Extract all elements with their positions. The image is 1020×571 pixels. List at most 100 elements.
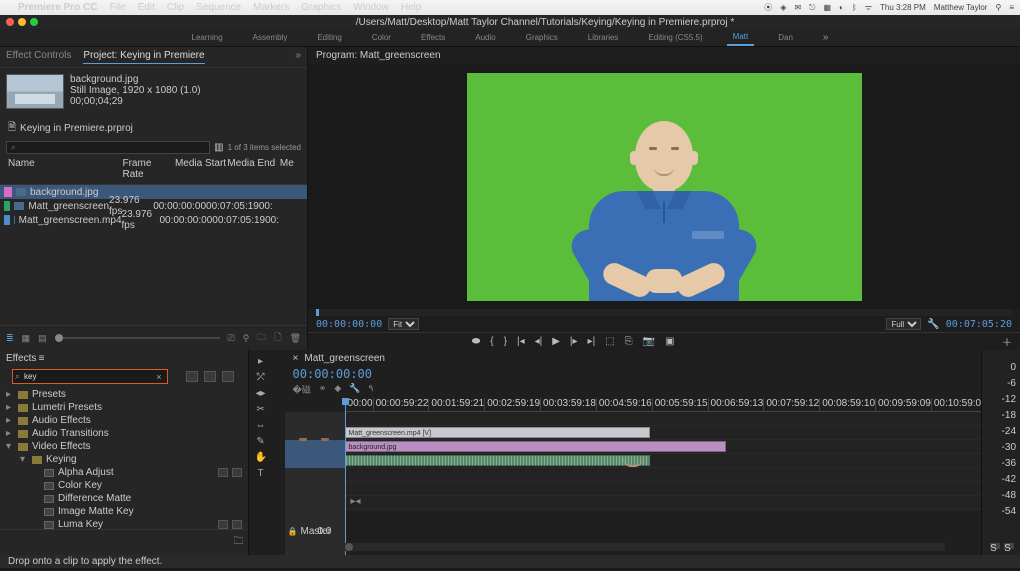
track-select-icon[interactable]: ⤱ <box>255 372 267 384</box>
timeline-timecode[interactable]: 00:00:00:00 <box>249 367 982 381</box>
playhead[interactable] <box>345 398 346 555</box>
ws-matt[interactable]: Matt <box>727 29 755 46</box>
tree-item[interactable]: Image Matte Key <box>4 505 244 518</box>
clip-thumbnail[interactable] <box>6 74 64 109</box>
time-ruler[interactable]: 00:0000:00:59:2200:01:59:2100:02:59:1900… <box>345 398 982 412</box>
solo-button[interactable]: S <box>1004 543 1014 549</box>
menubar-icon[interactable]: ✉ <box>794 3 801 12</box>
wrench-icon[interactable]: ٩ <box>368 383 373 396</box>
quality-select[interactable]: Full <box>886 318 921 330</box>
bin-icon[interactable]: ▥ <box>214 142 223 153</box>
solo-button[interactable]: S <box>990 543 1000 549</box>
panel-menu-icon[interactable]: » <box>295 50 301 64</box>
bin-header[interactable]: NameFrame RateMedia StartMedia EndMe <box>0 154 307 185</box>
button-editor-icon[interactable]: ＋ <box>1002 334 1012 349</box>
fx-badge-icon[interactable] <box>186 371 198 382</box>
menubar-icon[interactable]: ◈ <box>780 3 786 12</box>
export-frame-icon[interactable]: 📷 <box>643 336 655 347</box>
menu-file[interactable]: File <box>109 2 125 13</box>
marker-icon[interactable]: ⬬ <box>472 336 481 347</box>
tree-item[interactable]: ▸Presets <box>4 388 244 401</box>
close-icon[interactable] <box>6 18 14 26</box>
ws-learning[interactable]: Learning <box>186 30 229 45</box>
new-item-icon[interactable]: 🗋 <box>274 330 281 346</box>
tree-item[interactable]: ▸Audio Transitions <box>4 427 244 440</box>
link-icon[interactable]: ⚭ <box>319 383 327 396</box>
find-icon[interactable]: ⚲ <box>243 333 250 344</box>
wifi-icon[interactable]: ᯤ <box>865 2 872 13</box>
snap-icon[interactable]: �磁 <box>293 383 311 396</box>
play-icon[interactable]: ▶ <box>552 336 560 347</box>
menu-window[interactable]: Window <box>353 2 389 13</box>
app-name[interactable]: Premiere Pro CC <box>18 2 97 13</box>
settings-icon[interactable]: 🔧 <box>349 383 360 396</box>
settings-icon[interactable]: 🔧 <box>927 319 939 330</box>
marker-icon[interactable]: ◆ <box>334 383 341 396</box>
ws-assembly[interactable]: Assembly <box>247 30 294 45</box>
bin-row[interactable]: Matt_greenscreen.mp4 23.976 fps00:00:00:… <box>0 213 307 227</box>
new-bin-icon[interactable]: 🗀 <box>257 330 266 346</box>
menu-clip[interactable]: Clip <box>167 2 184 13</box>
timeline-scrollbar[interactable] <box>345 543 946 551</box>
tree-item[interactable]: ▾Video Effects <box>4 440 244 453</box>
zoom-icon[interactable] <box>30 18 38 26</box>
zoom-slider[interactable] <box>55 337 220 339</box>
menu-edit[interactable]: Edit <box>138 2 155 13</box>
tree-item[interactable]: Alpha Adjust <box>4 466 244 479</box>
ws-effects[interactable]: Effects <box>415 30 451 45</box>
program-timecode[interactable]: 00:00:00:00 <box>316 319 382 330</box>
menubar-icon[interactable]: ◐ <box>839 3 844 12</box>
track-v1[interactable]: V1🔒V1👁◇background.jpg <box>285 440 982 454</box>
tree-item[interactable]: Difference Matte <box>4 492 244 505</box>
menubar-time[interactable]: Thu 3:28 PM <box>880 3 926 12</box>
freeform-view-icon[interactable]: ▤ <box>38 333 47 344</box>
track-a2[interactable]: 🔒A2MS🎙 <box>285 468 982 482</box>
tab-effect-controls[interactable]: Effect Controls <box>6 50 71 64</box>
fx-badge-icon[interactable] <box>204 371 216 382</box>
out-icon[interactable]: } <box>504 336 507 347</box>
list-view-icon[interactable]: ≣ <box>6 333 14 344</box>
tab-project[interactable]: Project: Keying in Premiere <box>83 50 204 64</box>
fx-badge-icon[interactable] <box>222 371 234 382</box>
minimize-icon[interactable] <box>18 18 26 26</box>
in-icon[interactable]: { <box>490 336 493 347</box>
track-v2[interactable]: 🔒V2👁◇Matt_greenscreen.mp4 [V] <box>285 426 982 440</box>
icon-view-icon[interactable]: ▦ <box>22 333 31 344</box>
extract-icon[interactable]: ⎘ <box>625 336 633 347</box>
menubar-icon[interactable]: ▦ <box>823 3 831 12</box>
sort-icon[interactable]: ⎚ <box>228 333 235 344</box>
ws-graphics[interactable]: Graphics <box>520 30 564 45</box>
menubar-user[interactable]: Matthew Taylor <box>934 3 988 12</box>
step-fwd-icon[interactable]: |▸ <box>570 336 578 347</box>
panel-menu-icon[interactable]: ≡ <box>39 353 45 364</box>
project-filter[interactable] <box>6 141 210 154</box>
clip-a1[interactable] <box>345 455 651 466</box>
program-tab[interactable]: Program: Matt_greenscreen <box>316 50 441 61</box>
go-in-icon[interactable]: |◂ <box>517 336 525 347</box>
new-bin-icon[interactable]: 🗀 <box>234 536 244 547</box>
effects-tab[interactable]: Effects <box>6 353 36 364</box>
clip-v1[interactable]: background.jpg <box>345 441 727 452</box>
spotlight-icon[interactable]: ⚲ <box>995 3 1001 12</box>
menubar-icon[interactable]: ⦿ <box>764 2 772 13</box>
clip-v2[interactable]: Matt_greenscreen.mp4 [V] <box>345 427 651 438</box>
ws-overflow[interactable]: » <box>817 29 835 46</box>
program-view[interactable] <box>308 64 1020 309</box>
program-scrubber[interactable] <box>316 309 1012 316</box>
trash-icon[interactable]: 🗑 <box>290 333 301 344</box>
tree-item[interactable]: ▸Audio Effects <box>4 414 244 427</box>
track-a3[interactable]: 🔒A3MS🎙 <box>285 482 982 496</box>
step-back-icon[interactable]: ◂| <box>535 336 543 347</box>
fit-select[interactable]: Fit <box>388 318 419 330</box>
effects-search-input[interactable] <box>24 372 149 381</box>
tree-item[interactable]: ▾Keying <box>4 453 244 466</box>
track-v3[interactable]: 🔒V3👁◇ <box>285 412 982 426</box>
notif-icon[interactable]: ≡ <box>1009 3 1014 12</box>
menubar-icon[interactable]: ᛒ <box>852 3 857 12</box>
ws-editing[interactable]: Editing <box>311 30 347 45</box>
menu-markers[interactable]: Markers <box>253 2 289 13</box>
ws-color[interactable]: Color <box>366 30 397 45</box>
menu-sequence[interactable]: Sequence <box>196 2 241 13</box>
sequence-tab[interactable]: Matt_greenscreen <box>304 353 385 364</box>
tree-item[interactable]: Color Key <box>4 479 244 492</box>
